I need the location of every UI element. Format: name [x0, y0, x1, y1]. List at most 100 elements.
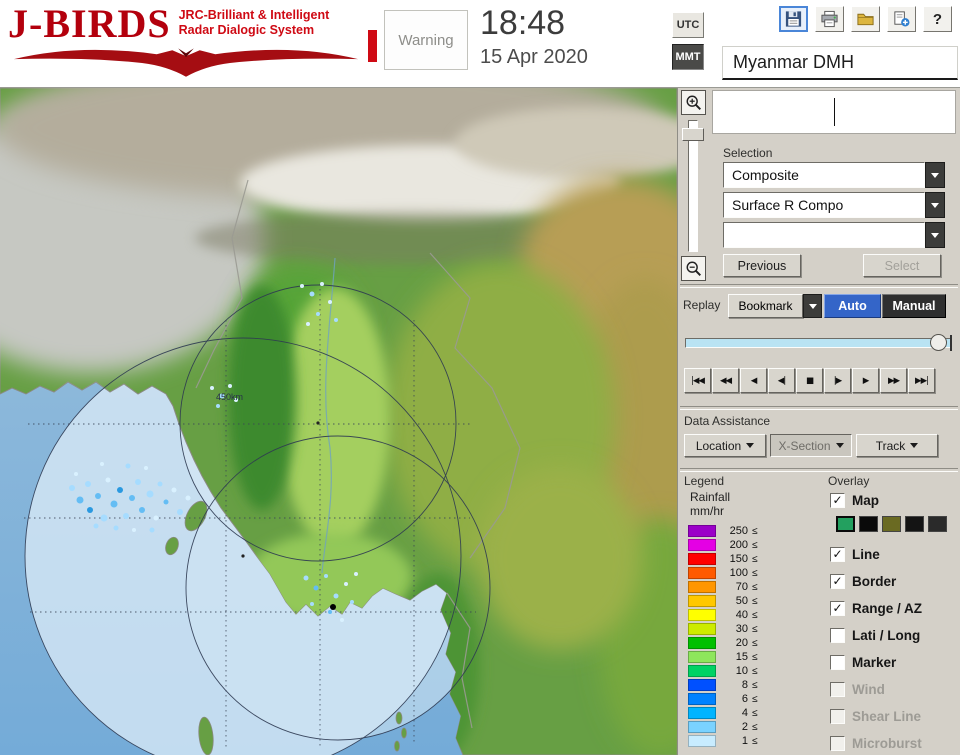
logo-title: J-BIRDS [8, 1, 171, 46]
timeline-thumb[interactable] [930, 334, 947, 351]
legend-row: 4 ≤ [688, 706, 758, 720]
step-back-button[interactable]: ◀| [768, 368, 795, 393]
overlay-checkbox-range-az[interactable]: Range / AZ [830, 598, 922, 618]
zoom-out-button[interactable] [681, 256, 706, 281]
clock-date: 15 Apr 2020 [480, 46, 588, 68]
chevron-down-icon [746, 443, 755, 448]
chevron-down-icon [931, 202, 939, 208]
overlay-checkbox-marker[interactable]: Marker [830, 652, 896, 672]
radar-map[interactable]: 450km [0, 88, 677, 755]
mmt-button[interactable]: MMT [672, 44, 704, 70]
open-folder-button[interactable] [851, 6, 880, 32]
warning-indicator[interactable]: Warning [384, 10, 468, 70]
legend-color-swatch [688, 637, 716, 649]
auto-mode-button[interactable]: Auto [824, 294, 881, 318]
header-toolbar: ? [779, 6, 952, 32]
combo-arrow-button[interactable] [925, 192, 945, 218]
timezone-switch: UTC MMT [672, 12, 704, 76]
control-panel: Selection Composite Surface R Compo Prev… [677, 88, 960, 755]
overlay-checkbox-microburst: Microburst [830, 733, 922, 753]
map-color-swatches [836, 516, 947, 532]
skip-last-button[interactable]: ▶▶| [908, 368, 935, 393]
playback-controls: |◀◀ ◀◀ ◀ ◀| ■ |▶ ▶ ▶▶ ▶▶| [684, 368, 935, 393]
checkbox-icon [830, 735, 845, 751]
product-combobox[interactable]: Surface R Compo [723, 192, 945, 218]
selection-label: Selection [723, 146, 773, 160]
legend-row: 100 ≤ [688, 566, 758, 580]
map-style-swatch[interactable] [882, 516, 901, 532]
overlay-checkbox-map[interactable]: Map [830, 490, 879, 510]
bookmark-arrow-button[interactable] [803, 294, 822, 318]
stop-button[interactable]: ■ [796, 368, 823, 393]
composite-combobox[interactable]: Composite [723, 162, 945, 188]
replay-label: Replay [683, 298, 721, 312]
legend-row: 6 ≤ [688, 692, 758, 706]
select-button[interactable]: Select [863, 254, 941, 277]
utc-button[interactable]: UTC [672, 12, 704, 38]
zoom-in-button[interactable] [681, 90, 706, 115]
zoom-in-icon [686, 95, 701, 110]
checkbox-icon [830, 573, 845, 589]
legend-unit-line2: mm/hr [690, 504, 724, 518]
overlay-checkbox-border[interactable]: Border [830, 571, 896, 591]
checkbox-icon [830, 600, 845, 616]
legend-color-swatch [688, 553, 716, 565]
track-button[interactable]: Track [856, 434, 938, 457]
jbirds-app: J-BIRDS JRC-Brilliant & Intelligent Rada… [0, 0, 960, 755]
fast-rewind-button[interactable]: ◀◀ [712, 368, 739, 393]
legend-row: 20 ≤ [688, 636, 758, 650]
legend-row: 8 ≤ [688, 678, 758, 692]
print-button[interactable] [815, 6, 844, 32]
text-caret [834, 98, 835, 126]
chevron-down-icon [835, 443, 844, 448]
checkbox-icon [830, 681, 845, 697]
chevron-down-icon [910, 443, 919, 448]
legend-label: Legend [684, 474, 725, 488]
replay-timeline-slider[interactable] [685, 334, 952, 351]
extra-combobox[interactable] [723, 222, 945, 248]
map-style-swatch[interactable] [836, 516, 855, 532]
fast-forward-button[interactable]: ▶▶ [880, 368, 907, 393]
zoom-slider-thumb[interactable] [682, 128, 704, 141]
previous-button[interactable]: Previous [723, 254, 801, 277]
location-button[interactable]: Location [684, 434, 766, 457]
map-style-swatch[interactable] [928, 516, 947, 532]
legend-color-swatch [688, 581, 716, 593]
legend-color-swatch [688, 665, 716, 677]
combo-arrow-button[interactable] [925, 222, 945, 248]
step-forward-button[interactable]: |▶ [824, 368, 851, 393]
radar-site-marker [330, 604, 336, 610]
play-reverse-button[interactable]: ◀ [740, 368, 767, 393]
help-button[interactable]: ? [923, 6, 952, 32]
clock-time: 18:48 [480, 4, 566, 42]
timeline-end-mark [950, 335, 952, 351]
legend-row: 70 ≤ [688, 580, 758, 594]
export-button[interactable] [887, 6, 916, 32]
legend-color-swatch [688, 567, 716, 579]
map-style-swatch[interactable] [905, 516, 924, 532]
overlay-checkbox-lati-long[interactable]: Lati / Long [830, 625, 920, 645]
overlay-label: Overlay [828, 474, 870, 488]
bookmark-button[interactable]: Bookmark [728, 294, 822, 318]
save-button[interactable] [779, 6, 808, 32]
legend-row: 10 ≤ [688, 664, 758, 678]
data-assistance-label: Data Assistance [684, 414, 771, 428]
legend-color-swatch [688, 623, 716, 635]
overlay-checkbox-line[interactable]: Line [830, 544, 880, 564]
manual-mode-button[interactable]: Manual [882, 294, 946, 318]
legend-color-swatch [688, 693, 716, 705]
play-button[interactable]: ▶ [852, 368, 879, 393]
logo-accent-bar [368, 30, 377, 62]
legend-row: 15 ≤ [688, 650, 758, 664]
combo-arrow-button[interactable] [925, 162, 945, 188]
x-section-button[interactable]: X-Section [770, 434, 852, 457]
skip-first-button[interactable]: |◀◀ [684, 368, 711, 393]
legend-row: 200 ≤ [688, 538, 758, 552]
legend-row: 2 ≤ [688, 720, 758, 734]
station-name: Myanmar DMH [722, 46, 958, 80]
separator [680, 284, 958, 288]
command-input[interactable] [712, 90, 956, 134]
checkbox-icon [830, 708, 845, 724]
map-style-swatch[interactable] [859, 516, 878, 532]
folder-icon [857, 13, 874, 26]
